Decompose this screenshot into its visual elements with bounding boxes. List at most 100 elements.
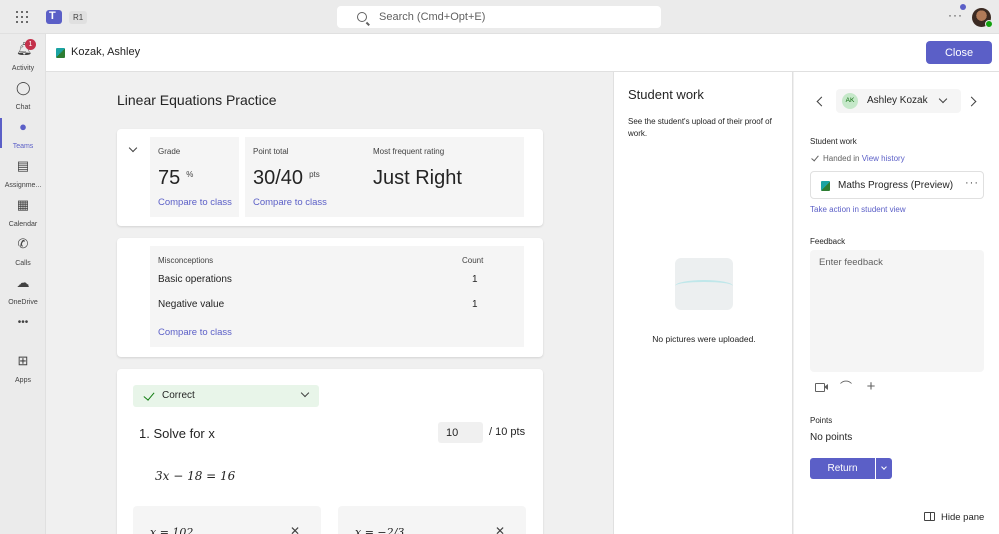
misconception-name: Negative value (158, 299, 225, 310)
handed-in-text: Handed in (823, 154, 860, 163)
grade-stat: Grade 75% Compare to class (150, 137, 239, 217)
rail-item-teams[interactable]: ● Teams (0, 114, 46, 152)
notification-dot (960, 4, 966, 10)
grade-unit: % (186, 170, 194, 179)
points-label: Point total (253, 147, 289, 156)
rail-label: Activity (11, 65, 35, 72)
rail-label: Assignme... (4, 182, 42, 189)
attachment-file-card[interactable]: Maths Progress (Preview) ··· (810, 171, 984, 199)
apps-icon: ⊞ (17, 353, 29, 368)
take-action-link[interactable]: Take action in student view (810, 205, 906, 214)
student-work-description: See the student's upload of their proof … (628, 117, 772, 138)
rail-item-chat[interactable]: ◯ Chat (0, 75, 46, 113)
points-unit: pts (309, 170, 320, 179)
teams-logo-icon (46, 10, 62, 24)
app-launcher-icon[interactable] (16, 11, 28, 23)
chevron-left-icon[interactable] (816, 96, 827, 107)
return-button[interactable]: Return (810, 458, 875, 479)
more-options-icon[interactable]: ··· (965, 177, 979, 189)
hide-pane-label: Hide pane (941, 512, 985, 523)
points-value: 30/40 pts (253, 167, 320, 190)
calendar-icon: ▦ (16, 197, 30, 212)
plus-icon[interactable]: + (864, 379, 878, 394)
rail-item-apps[interactable]: ⊞ Apps (0, 348, 46, 386)
rail-item-calls[interactable]: ✆ Calls (0, 231, 46, 269)
close-icon: ✕ (290, 524, 301, 534)
chevron-right-icon[interactable] (966, 96, 977, 107)
student-name: Kozak, Ashley (71, 46, 141, 58)
rail-item-calendar[interactable]: ▦ Calendar (0, 192, 46, 230)
rail-label: Calls (15, 260, 31, 267)
misconception-count: 1 (472, 274, 478, 285)
chat-icon: ◯ (16, 80, 31, 95)
phone-icon: ✆ (17, 236, 29, 251)
class-notebook-icon (56, 48, 65, 58)
points-label: Points (810, 416, 833, 425)
rail-label: Calendar (8, 221, 38, 228)
points-number: 30/40 (253, 167, 304, 189)
grade-compare-link[interactable]: Compare to class (158, 197, 232, 208)
feedback-input[interactable] (810, 250, 984, 372)
empty-image-icon (675, 258, 733, 310)
rail-label: Teams (12, 143, 34, 150)
question-points-input[interactable] (438, 422, 483, 443)
chevron-down-icon[interactable] (128, 143, 138, 153)
attach-icon[interactable]: ⌒ (839, 380, 853, 394)
misconception-count: 1 (472, 299, 478, 310)
cloud-icon: ☁︎ (16, 275, 30, 290)
grade-value: 75% (158, 167, 193, 190)
correct-status-dropdown[interactable]: Correct (133, 385, 319, 407)
selected-student-name: Ashley Kozak (867, 95, 928, 106)
view-history-link[interactable]: View history (862, 154, 905, 163)
answer-option[interactable]: x = 102 ✕ (133, 506, 321, 534)
chevron-down-icon (938, 94, 948, 104)
points-value: No points (810, 432, 853, 443)
presence-status-icon (985, 20, 993, 28)
rating-value: Just Right (373, 167, 462, 189)
question-text: 1. Solve for x (139, 426, 215, 441)
count-header: Count (462, 256, 484, 265)
rail-label: Chat (15, 104, 31, 111)
hide-pane-button[interactable]: Hide pane (924, 512, 984, 523)
student-selector[interactable]: AK Ashley Kozak (836, 89, 961, 113)
class-notebook-icon (821, 181, 830, 191)
student-initials-avatar: AK (842, 93, 858, 109)
answer-text: x = −2/3 (355, 526, 405, 534)
grade-label: Grade (158, 147, 181, 156)
answer-option[interactable]: x = −2/3 ✕ (338, 506, 526, 534)
misconceptions-card: Misconceptions Count Basic operations 1 … (117, 238, 543, 357)
close-icon: ✕ (495, 524, 506, 534)
student-work-title: Student work (628, 87, 704, 102)
ring-badge: R1 (69, 11, 88, 24)
question-points-total: / 10 pts (489, 426, 526, 438)
student-work-label: Student work (810, 137, 857, 146)
assignments-icon: ▤ (16, 158, 30, 173)
file-name: Maths Progress (Preview) (838, 180, 954, 191)
handed-in-status: Handed in View history (810, 153, 905, 163)
rail-item-activity[interactable]: 🔔︎ 1 Activity (0, 36, 46, 74)
more-options-icon[interactable]: ··· (948, 8, 963, 22)
video-icon[interactable] (814, 380, 828, 394)
main-panel: Linear Equations Practice Grade 75% Comp… (46, 72, 613, 534)
feedback-label: Feedback (810, 237, 846, 246)
correct-label: Correct (162, 390, 195, 401)
pane-icon (924, 512, 935, 521)
points-compare-link[interactable]: Compare to class (253, 197, 327, 208)
misconceptions-compare-link[interactable]: Compare to class (158, 327, 232, 338)
close-button[interactable]: Close (926, 41, 992, 64)
activity-badge: 1 (25, 39, 36, 50)
search-placeholder[interactable]: Search (Cmd+Opt+E) (379, 11, 485, 23)
rail-item-onedrive[interactable]: ☁︎ OneDrive (0, 270, 46, 308)
return-options-chevron-icon[interactable] (876, 458, 892, 479)
search-icon (357, 12, 367, 22)
rail-item-assignments[interactable]: ▤ Assignme... (0, 153, 46, 191)
teams-icon: ● (19, 119, 27, 134)
rail-label: Apps (15, 377, 31, 384)
check-icon (811, 153, 819, 162)
grading-pane: AK Ashley Kozak Student work Handed in V… (794, 72, 999, 534)
rail-item-more[interactable]: ••• (0, 314, 46, 352)
page-title: Linear Equations Practice (117, 92, 277, 108)
empty-state-text: No pictures were uploaded. (652, 334, 756, 344)
search-box[interactable]: Search (Cmd+Opt+E) (337, 6, 661, 28)
student-work-panel: Student work See the student's upload of… (613, 72, 793, 534)
